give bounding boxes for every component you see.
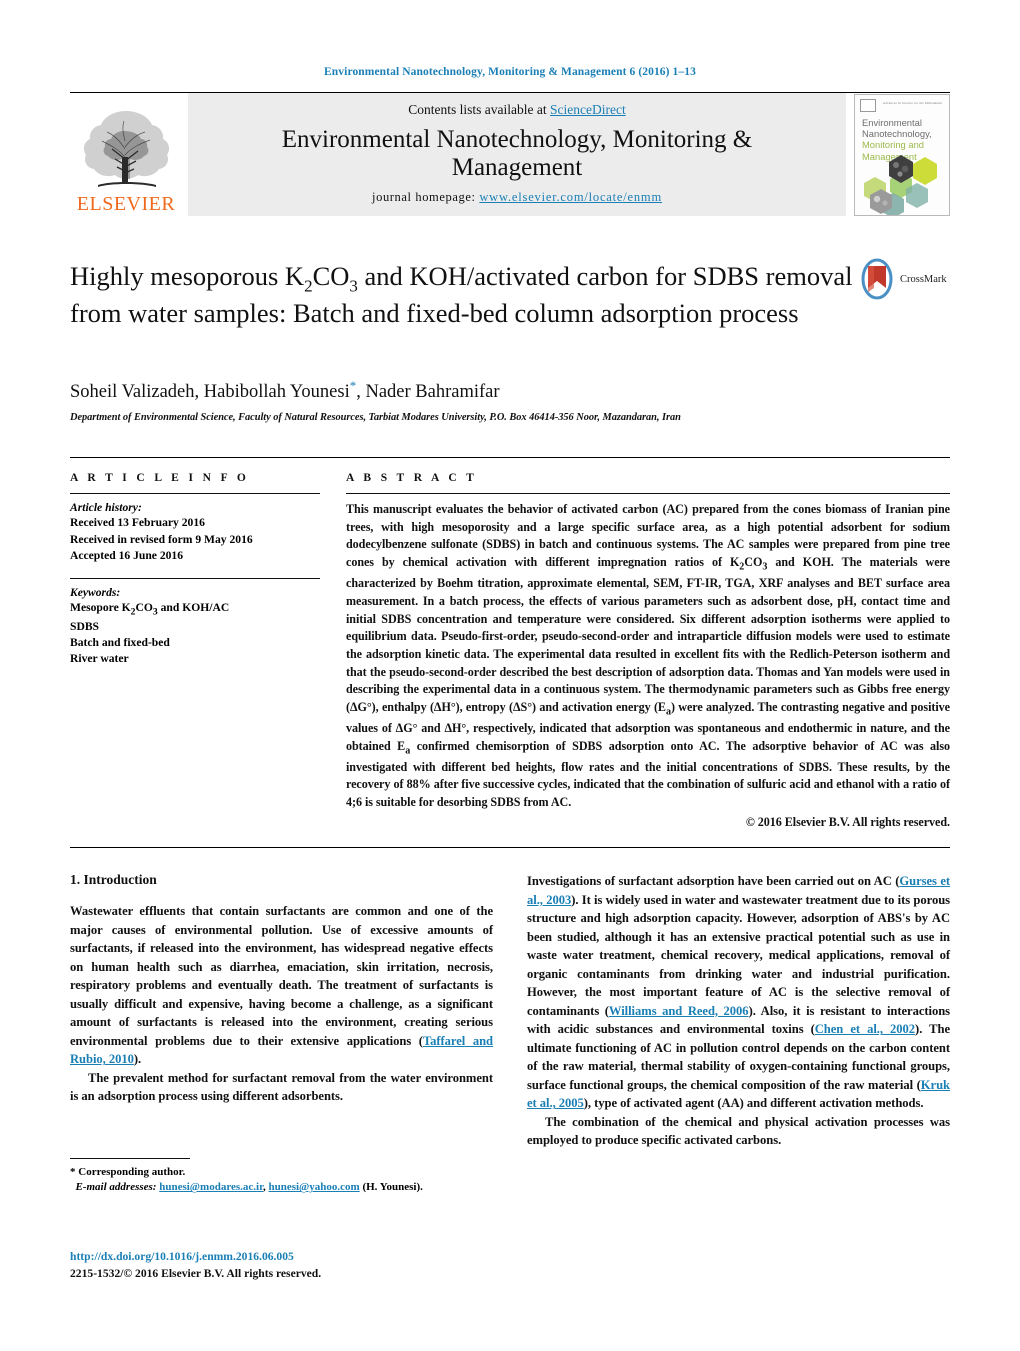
title-block: Highly mesoporous K2CO3 and KOH/activate… — [70, 258, 950, 356]
history-received: Received 13 February 2016 — [70, 516, 205, 530]
journal-cover-thumbnail: Advances in Science for the Millennium E… — [854, 93, 950, 216]
footnote-block: * Corresponding author. E-mail addresses… — [70, 1158, 510, 1196]
keyword-item-4: River water — [70, 652, 129, 666]
contents-available-line: Contents lists available at ScienceDirec… — [408, 102, 625, 118]
abstract-copyright: © 2016 Elsevier B.V. All rights reserved… — [745, 814, 950, 829]
keyword-item-2: SDBS — [70, 619, 100, 633]
running-head: Environmental Nanotechnology, Monitoring… — [324, 66, 696, 78]
page-title: Highly mesoporous K2CO3 and KOH/activate… — [70, 260, 860, 330]
elsevier-wordmark: ELSEVIER — [76, 193, 176, 215]
info-abstract-region: A R T I C L E I N F O Article history: R… — [70, 457, 950, 831]
crossmark-badge[interactable]: CrossMark — [858, 258, 950, 300]
homepage-label: journal homepage: — [372, 190, 476, 204]
author-affiliation: Department of Environmental Science, Fac… — [70, 412, 681, 424]
corresponding-author-note: * Corresponding author. — [70, 1166, 186, 1178]
author-list: Soheil Valizadeh, Habibollah Younesi*, N… — [70, 378, 950, 403]
journal-homepage-line: journal homepage: www.elsevier.com/locat… — [372, 190, 662, 205]
title-part-2: CO — [312, 261, 350, 291]
cover-artwork — [864, 154, 937, 215]
cover-elsevier-mark-icon — [860, 98, 876, 112]
right-paragraph-2: The combination of the chemical and phys… — [527, 1114, 950, 1148]
article-history-label: Article history: — [70, 501, 142, 515]
abstract-column: A B S T R A C T This manuscript evaluate… — [346, 458, 950, 831]
authors-tail: , Nader Bahramifar — [356, 382, 500, 403]
email-owner: (H. Younesi). — [359, 1181, 423, 1194]
abstract-paragraph: This manuscript evaluates the behavior o… — [346, 502, 950, 810]
body-right-column: Investigations of surfactant adsorption … — [527, 872, 950, 1150]
abstract-body: This manuscript evaluates the behavior o… — [346, 501, 950, 831]
citation-williams-reed-2006[interactable]: Williams and Reed, 2006 — [609, 1004, 749, 1018]
cover-tagline: Advances in Science for the Millennium — [882, 100, 942, 105]
right-p1-b: ). It is widely used in water and wastew… — [527, 892, 951, 1018]
homepage-url-link[interactable]: www.elsevier.com/locate/enmm — [479, 190, 662, 204]
email-label: E-mail addresses: — [75, 1181, 157, 1194]
article-info-column: A R T I C L E I N F O Article history: R… — [70, 458, 320, 831]
title-subscript-1: 2 — [304, 276, 313, 296]
left-p1-text: Wastewater effluents that contain surfac… — [70, 904, 493, 1048]
abstract-divider — [346, 493, 950, 495]
article-info-heading: A R T I C L E I N F O — [70, 472, 250, 485]
doi-url[interactable]: http://dx.doi.org/10.1016/j.enmm.2016.06… — [70, 1250, 294, 1263]
footnote-rule — [70, 1158, 190, 1159]
authors-main: Soheil Valizadeh, Habibollah Younesi — [70, 382, 350, 403]
email-line: E-mail addresses: hunesi@modares.ac.ir, … — [70, 1180, 510, 1195]
doi-block: http://dx.doi.org/10.1016/j.enmm.2016.06… — [70, 1248, 590, 1283]
sciencedirect-link[interactable]: ScienceDirect — [550, 102, 626, 117]
cover-title-line1: Environmental — [862, 116, 922, 128]
history-revised: Received in revised form 9 May 2016 — [70, 532, 253, 546]
keywords-label: Keywords: — [70, 585, 121, 599]
keywords-divider — [70, 577, 320, 579]
article-info-divider — [70, 493, 320, 495]
elsevier-logo: ELSEVIER — [70, 93, 182, 216]
body-left-column: 1. Introduction Wastewater effluents tha… — [70, 872, 493, 1150]
title-part-1: Highly mesoporous K — [70, 261, 305, 291]
left-p1-end: ). — [133, 1052, 142, 1067]
email-link-primary[interactable]: hunesi@modares.ac.ir — [159, 1181, 263, 1193]
issn-copyright: 2215-1532/© 2016 Elsevier B.V. All right… — [70, 1267, 322, 1281]
left-paragraph-1: Wastewater effluents that contain surfac… — [70, 902, 493, 1069]
citation-chen-2002[interactable]: Chen et al., 2002 — [815, 1022, 915, 1036]
email-link-secondary[interactable]: hunesi@yahoo.com — [268, 1181, 359, 1193]
right-column-text: Investigations of surfactant adsorption … — [527, 872, 950, 1150]
left-paragraph-2: The prevalent method for surfactant remo… — [70, 1070, 493, 1104]
history-accepted: Accepted 16 June 2016 — [70, 549, 184, 563]
journal-masthead: ELSEVIER Contents lists available at Sci… — [70, 92, 950, 216]
keywords-block: Keywords: Mesopore K2CO3 and KOH/AC SDBS… — [70, 586, 320, 668]
right-p1-a: Investigations of surfactant adsorption … — [527, 874, 900, 889]
cover-title-line2: Nanotechnology, — [862, 127, 932, 139]
crossmark-label: CrossMark — [900, 273, 947, 285]
abstract-heading: A B S T R A C T — [346, 472, 478, 485]
crossmark-icon — [861, 258, 893, 300]
contents-prefix: Contents lists available at — [408, 102, 550, 117]
right-p1-e: ), type of activated agent (AA) and diff… — [583, 1096, 924, 1111]
body-columns: 1. Introduction Wastewater effluents tha… — [70, 872, 950, 1150]
keyword-item-1: Mesopore K2CO3 and KOH/AC — [70, 600, 230, 617]
left-column-text: Wastewater effluents that contain surfac… — [70, 902, 493, 1106]
journal-title: Environmental Nanotechnology, Monitoring… — [281, 126, 753, 181]
abstract-bottom-rule — [70, 847, 950, 849]
journal-band: Contents lists available at ScienceDirec… — [188, 93, 846, 216]
doi-link[interactable]: http://dx.doi.org/10.1016/j.enmm.2016.06… — [70, 1248, 590, 1265]
cover-header: Advances in Science for the Millennium — [860, 98, 944, 115]
elsevier-tree-icon — [83, 111, 170, 187]
right-paragraph-1: Investigations of surfactant adsorption … — [527, 872, 950, 1113]
article-page: Environmental Nanotechnology, Monitoring… — [0, 0, 1020, 1351]
section-heading-introduction: 1. Introduction — [70, 872, 157, 888]
keyword-item-3: Batch and fixed-bed — [70, 636, 170, 649]
cover-title-line3: Monitoring and — [862, 139, 925, 151]
title-subscript-2: 3 — [349, 276, 358, 296]
